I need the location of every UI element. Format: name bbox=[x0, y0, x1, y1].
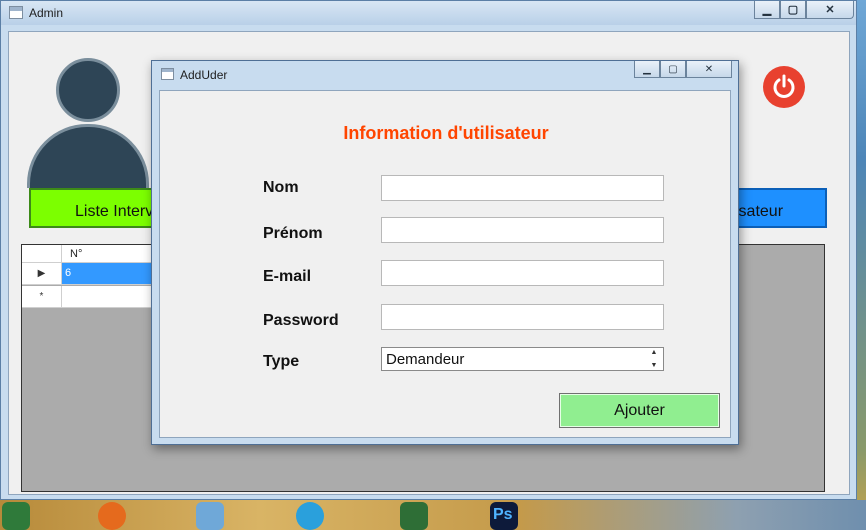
dialog-minimize-button[interactable]: ▁ bbox=[634, 61, 660, 78]
firefox-icon[interactable] bbox=[98, 502, 126, 530]
type-select[interactable]: Demandeur ▲ ▼ bbox=[381, 347, 664, 371]
table-row[interactable]: ▶ 6 bbox=[22, 263, 162, 285]
prenom-label: Prénom bbox=[263, 225, 323, 242]
power-symbol-icon bbox=[773, 74, 795, 98]
password-label: Password bbox=[263, 312, 339, 329]
nom-label: Nom bbox=[263, 179, 299, 196]
minimize-button[interactable]: ▁ bbox=[754, 1, 780, 19]
admin-titlebar: Admin ▁ ▢ ✕ bbox=[1, 1, 856, 25]
users-button[interactable]: isateur bbox=[733, 188, 827, 228]
taskbar bbox=[0, 500, 866, 530]
table-cell[interactable] bbox=[62, 286, 162, 307]
list-interventions-button[interactable]: Liste Interv bbox=[29, 188, 169, 228]
grid-header: N° bbox=[22, 245, 162, 263]
browser-icon[interactable] bbox=[296, 502, 324, 530]
close-button[interactable]: ✕ bbox=[806, 1, 854, 19]
table-row-new[interactable]: * bbox=[22, 286, 162, 308]
user-avatar-icon bbox=[27, 58, 149, 188]
email-label: E-mail bbox=[263, 268, 312, 285]
taskbar-app-icon[interactable] bbox=[400, 502, 428, 530]
grid-corner[interactable] bbox=[22, 245, 62, 263]
email-input[interactable] bbox=[381, 260, 664, 286]
spinner-arrows-icon[interactable]: ▲ ▼ bbox=[646, 349, 662, 369]
column-header-number[interactable]: N° bbox=[62, 245, 82, 262]
table-cell[interactable]: 6 bbox=[62, 263, 162, 284]
taskbar-app-icon[interactable] bbox=[2, 502, 30, 530]
dialog-window-icon bbox=[161, 68, 174, 80]
dialog-close-button[interactable]: ✕ bbox=[686, 61, 732, 78]
add-user-dialog: AddUder ▁ ▢ ✕ Information d'utilisateur … bbox=[151, 60, 739, 445]
row-selector[interactable]: ▶ bbox=[22, 263, 62, 284]
dialog-client-area: Information d'utilisateur Nom Prénom E-m… bbox=[159, 90, 731, 438]
nom-input[interactable] bbox=[381, 175, 664, 201]
power-icon[interactable] bbox=[763, 66, 805, 108]
dialog-title: AddUder bbox=[180, 68, 228, 82]
prenom-input[interactable] bbox=[381, 217, 664, 243]
maximize-button[interactable]: ▢ bbox=[780, 1, 806, 19]
window-icon bbox=[9, 6, 23, 19]
form-heading: Information d'utilisateur bbox=[343, 123, 549, 143]
dialog-maximize-button[interactable]: ▢ bbox=[660, 61, 686, 78]
add-button[interactable]: Ajouter bbox=[559, 393, 720, 428]
type-label: Type bbox=[263, 353, 300, 370]
new-row-marker[interactable]: * bbox=[22, 286, 62, 307]
type-select-value: Demandeur bbox=[386, 351, 465, 368]
photoshop-icon[interactable]: Ps bbox=[490, 502, 518, 530]
password-input[interactable] bbox=[381, 304, 664, 330]
admin-window-title: Admin bbox=[29, 6, 64, 20]
taskbar-app-icon[interactable] bbox=[196, 502, 224, 530]
